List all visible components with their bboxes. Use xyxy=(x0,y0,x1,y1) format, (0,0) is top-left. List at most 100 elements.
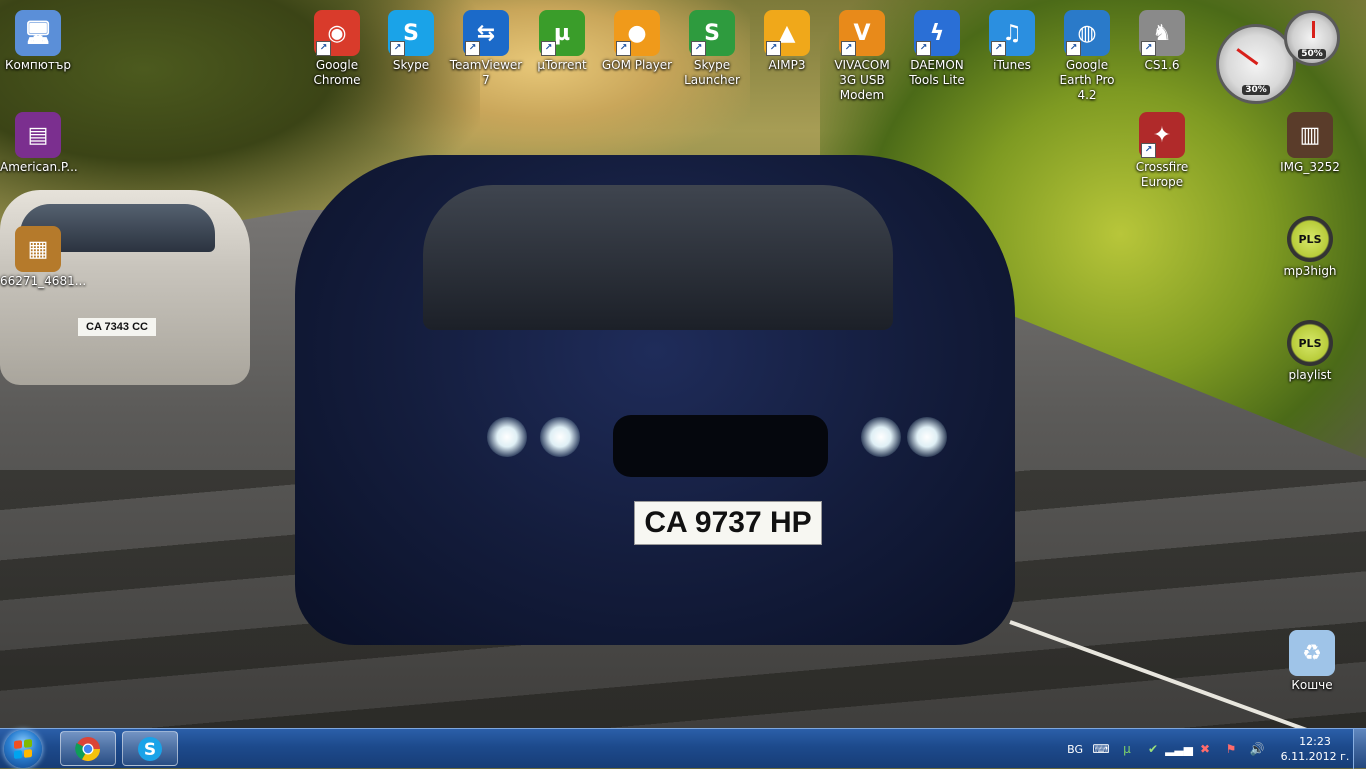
desktop-icon[interactable]: PLS playlist xyxy=(1272,320,1348,383)
desktop-icon-label: CS1.6 xyxy=(1144,58,1180,72)
vivacom-modem-icon: V ↗ xyxy=(839,10,885,56)
desktop-icon-label: Кошче xyxy=(1291,678,1333,692)
image-file-icon: ▦ xyxy=(15,226,61,272)
crossfire-icon: ✦ ↗ xyxy=(1139,112,1185,158)
shortcut-arrow-icon: ↗ xyxy=(691,41,706,56)
desktop-icon-label: iTunes xyxy=(993,58,1031,72)
signal-strength-icon[interactable]: ▂▃▅ xyxy=(1165,741,1193,757)
desktop-icon-label: DAEMON Tools Lite xyxy=(909,58,965,87)
desktop-icon[interactable]: ▥ IMG_3252 xyxy=(1272,112,1348,175)
clock-date: 6.11.2012 г. xyxy=(1280,750,1350,763)
utorrent-icon: µ ↗ xyxy=(539,10,585,56)
taskbar-chrome-button[interactable] xyxy=(60,731,116,766)
svg-text:S: S xyxy=(144,740,156,760)
desktop-icon[interactable]: ● ↗ GOM Player xyxy=(599,10,675,73)
shortcut-arrow-icon: ↗ xyxy=(1141,41,1156,56)
desktop-icon-label: VIVACOM 3G USB Modem xyxy=(834,58,890,102)
desktop-icon-label: TeamViewer 7 xyxy=(449,58,523,87)
desktop-icon-label: Компютър xyxy=(5,58,71,72)
shortcut-arrow-icon: ↗ xyxy=(316,41,331,56)
silver-car-plate: CA 7343 CC xyxy=(78,318,156,336)
blue-car-grille xyxy=(613,415,828,477)
taskbar: S BG ⌨ µ ✔ ▂▃▅ ✖ ⚑ 🔊 12:23 6.11.2012 г. xyxy=(0,728,1366,769)
desktop-icon[interactable]: ▤ American.P... xyxy=(0,112,78,175)
desktop-icon-label: Google Chrome xyxy=(313,58,361,87)
system-tray: BG ⌨ µ ✔ ▂▃▅ ✖ ⚑ 🔊 12:23 6.11.2012 г. xyxy=(1062,729,1350,769)
desktop-icon[interactable]: PLS mp3high xyxy=(1272,216,1348,279)
show-desktop-button[interactable] xyxy=(1353,729,1366,769)
blue-car-headlight xyxy=(487,417,527,457)
desktop-icon[interactable]: ✦ ↗ Crossfire Europe xyxy=(1124,112,1200,190)
desktop-wallpaper: CA 7343 CC CA 9737 HP xyxy=(0,0,1366,728)
wallpaper-blue-car: CA 9737 HP xyxy=(295,155,1015,645)
shortcut-arrow-icon: ↗ xyxy=(916,41,931,56)
desktop-icon[interactable]: ▲ ↗ AIMP3 xyxy=(749,10,825,73)
cpu-gauge-needle xyxy=(1236,48,1259,66)
shortcut-arrow-icon: ↗ xyxy=(541,41,556,56)
cpu-meter-gadget[interactable]: 30% 50% xyxy=(1216,8,1366,108)
chrome-icon xyxy=(75,736,100,761)
daemon-tools-icon: ϟ ↗ xyxy=(914,10,960,56)
memory-gauge-value: 50% xyxy=(1298,49,1326,59)
shortcut-arrow-icon: ↗ xyxy=(390,41,405,56)
desktop-icon[interactable]: ▦ 66271_4681... xyxy=(0,226,87,289)
volume-icon[interactable]: 🔊 xyxy=(1249,741,1265,757)
desktop-icon[interactable]: ♫ ↗ iTunes xyxy=(974,10,1050,73)
desktop-icon-label: American.P... xyxy=(0,160,78,174)
taskbar-skype-button[interactable]: S xyxy=(122,731,178,766)
clock-time: 12:23 xyxy=(1299,735,1331,748)
skype-icon: S xyxy=(138,736,162,761)
blue-car-headlight xyxy=(861,417,901,457)
desktop-icon[interactable]: ⇆ ↗ TeamViewer 7 xyxy=(448,10,524,88)
blue-car-headlight xyxy=(540,417,580,457)
photo-file-icon: ▥ xyxy=(1287,112,1333,158)
skype-launcher-tray-icon[interactable]: ✔ xyxy=(1145,741,1161,757)
shortcut-arrow-icon: ↗ xyxy=(841,41,856,56)
windows-logo-icon xyxy=(14,739,32,759)
teamviewer-icon: ⇆ ↗ xyxy=(463,10,509,56)
clock[interactable]: 12:23 6.11.2012 г. xyxy=(1280,734,1350,764)
pls-playlist-icon: PLS xyxy=(1287,320,1333,366)
counter-strike-icon: ♞ ↗ xyxy=(1139,10,1185,56)
desktop-icon[interactable]: S ↗ Skype Launcher xyxy=(674,10,750,88)
desktop-icon-label: playlist xyxy=(1288,368,1332,382)
shortcut-arrow-icon: ↗ xyxy=(766,41,781,56)
desktop-icon[interactable]: ◉ ↗ Google Chrome xyxy=(299,10,375,88)
network-disconnected-icon[interactable]: ✖ xyxy=(1197,741,1213,757)
desktop-icon[interactable]: V ↗ VIVACOM 3G USB Modem xyxy=(824,10,900,103)
winrar-archive-icon: ▤ xyxy=(15,112,61,158)
keyboard-icon[interactable]: ⌨ xyxy=(1092,741,1109,757)
desktop-icon[interactable]: ϟ ↗ DAEMON Tools Lite xyxy=(899,10,975,88)
utorrent-tray-icon[interactable]: µ xyxy=(1119,741,1135,757)
start-button[interactable] xyxy=(4,730,42,768)
pls-playlist-icon: PLS xyxy=(1287,216,1333,262)
language-indicator[interactable]: BG xyxy=(1067,743,1083,756)
desktop-icon-label: 66271_4681... xyxy=(0,274,87,288)
gom-player-icon: ● ↗ xyxy=(614,10,660,56)
memory-gauge-needle xyxy=(1312,21,1315,38)
desktop-icon-label: Skype Launcher xyxy=(684,58,740,87)
computer-icon: 🖥 xyxy=(15,10,61,56)
desktop-icon[interactable]: ◍ ↗ Google Earth Pro 4.2 xyxy=(1049,10,1125,103)
aimp-icon: ▲ ↗ xyxy=(764,10,810,56)
blue-car-plate: CA 9737 HP xyxy=(634,501,822,545)
desktop-icon-label: Crossfire Europe xyxy=(1135,160,1189,189)
desktop-icon[interactable]: 🖥 Компютър xyxy=(0,10,76,73)
desktop-icon-label: Google Earth Pro 4.2 xyxy=(1059,58,1115,102)
desktop-icon[interactable]: ♞ ↗ CS1.6 xyxy=(1124,10,1200,73)
desktop-icon[interactable]: µ ↗ µTorrent xyxy=(524,10,600,73)
chrome-icon: ◉ ↗ xyxy=(314,10,360,56)
cpu-gauge-value: 30% xyxy=(1242,85,1270,95)
desktop-icon[interactable]: S ↗ Skype xyxy=(373,10,449,73)
desktop-icon-label: Skype xyxy=(392,58,430,72)
shortcut-arrow-icon: ↗ xyxy=(991,41,1006,56)
desktop-icon[interactable]: ♻ Кошче xyxy=(1274,630,1350,693)
action-center-flag-icon[interactable]: ⚑ xyxy=(1223,741,1239,757)
desktop-icon-label: µTorrent xyxy=(537,58,587,72)
blue-car-headlight xyxy=(907,417,947,457)
skype-icon: S ↗ xyxy=(388,10,434,56)
shortcut-arrow-icon: ↗ xyxy=(616,41,631,56)
shortcut-arrow-icon: ↗ xyxy=(1141,143,1156,158)
itunes-icon: ♫ ↗ xyxy=(989,10,1035,56)
skype-launcher-icon: S ↗ xyxy=(689,10,735,56)
